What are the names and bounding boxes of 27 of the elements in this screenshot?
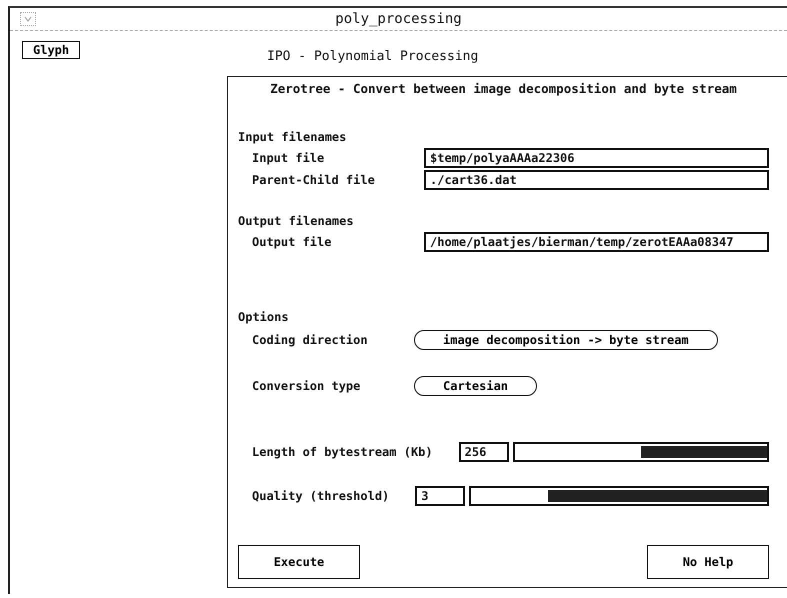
execute-button[interactable]: Execute: [238, 545, 360, 579]
chevron-down-icon: [24, 16, 32, 22]
section-heading: Options: [238, 310, 290, 324]
input-field[interactable]: ./cart36.dat: [424, 170, 769, 190]
slider-track[interactable]: [512, 442, 769, 462]
input-field[interactable]: /home/plaatjes/bierman/temp/zerotEAAa08347: [424, 232, 769, 252]
slider-label: Length of bytestream (Kb): [252, 445, 433, 459]
slider-track[interactable]: [469, 486, 769, 506]
slider-label: Quality (threshold): [252, 489, 390, 503]
window-menu-button[interactable]: [20, 12, 36, 26]
window-title: poly_processing: [334, 11, 463, 27]
option-label: Conversion type: [252, 379, 362, 393]
section-heading: Output filenames: [238, 214, 355, 228]
field-label: Output file: [252, 235, 332, 249]
field-label: Parent-Child file: [252, 173, 376, 187]
app-title: IPO - Polynomial Processing: [267, 49, 480, 64]
help-button[interactable]: No Help: [647, 545, 769, 579]
value-field[interactable]: 3: [415, 486, 466, 506]
glyph-button[interactable]: Glyph: [22, 41, 80, 59]
option-button[interactable]: image decomposition -> byte stream: [414, 330, 718, 350]
panel-title: Zerotree - Convert between image decomposition and byte stream: [269, 81, 738, 96]
section-heading: Input filenames: [238, 130, 348, 144]
value-field[interactable]: 256: [458, 442, 509, 462]
option-label: Coding direction: [252, 333, 369, 347]
option-button[interactable]: Cartesian: [414, 376, 538, 396]
field-label: Input file: [252, 151, 326, 165]
input-field[interactable]: $temp/polyaAAAa22306: [424, 148, 769, 168]
